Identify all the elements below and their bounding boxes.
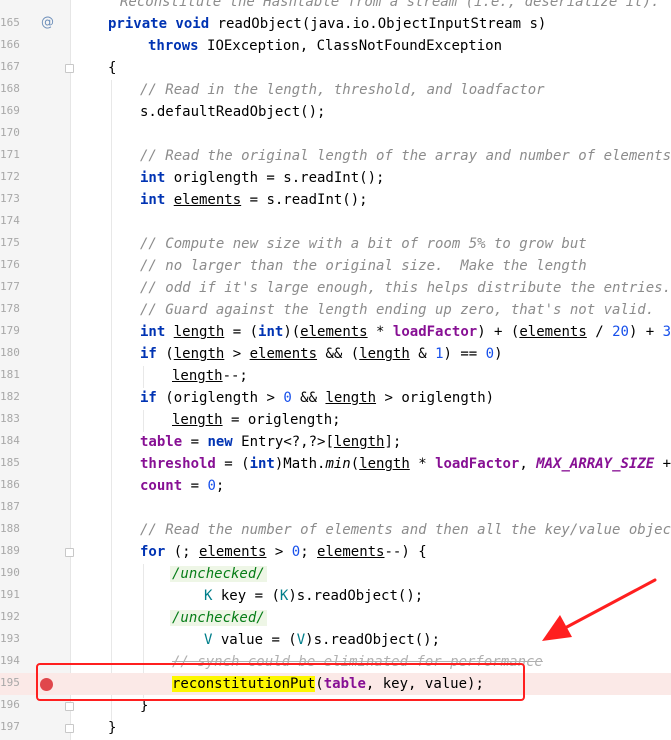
code-line[interactable]: 169 s.defaultReadObject();	[0, 101, 671, 123]
code-comment: // Read the number of elements and then …	[140, 522, 671, 538]
code-comment: // Guard against the length ending up ze…	[140, 302, 655, 318]
line-number: 185	[0, 456, 20, 469]
code-line[interactable]: 191 K key = (K)s.readObject();	[0, 585, 671, 607]
code-line[interactable]: 166 throws IOException, ClassNotFoundExc…	[0, 35, 671, 57]
code-text: s.defaultReadObject();	[140, 104, 326, 120]
code-line[interactable]: 185 threshold = (int)Math.min(length * l…	[0, 453, 671, 475]
doc-comment: Reconstitute the Hashtable from a stream…	[120, 0, 660, 10]
line-number: 190	[0, 566, 20, 579]
code-comment: // no larger than the original size. Mak…	[140, 258, 587, 274]
line-number: 171	[0, 148, 20, 161]
line-number: 170	[0, 126, 20, 139]
code-text: V value = (V)s.readObject();	[204, 632, 441, 648]
code-line[interactable]: 189 for (; elements > 0; elements--) {	[0, 541, 671, 563]
code-text: length = origlength;	[172, 412, 341, 428]
line-number: 178	[0, 302, 20, 315]
code-text: int length = (int)(elements * loadFactor…	[140, 324, 671, 340]
suppress-warning: /unchecked/	[170, 610, 267, 626]
code-line[interactable]: 182 if (origlength > 0 && length > origl…	[0, 387, 671, 409]
line-number: 175	[0, 236, 20, 249]
line-number: 187	[0, 500, 20, 513]
line-number: 195	[0, 676, 20, 689]
code-line[interactable]: 178 // Guard against the length ending u…	[0, 299, 671, 321]
code-line[interactable]: 179 int length = (int)(elements * loadFa…	[0, 321, 671, 343]
line-number: 186	[0, 478, 20, 491]
line-number: 194	[0, 654, 20, 667]
code-line[interactable]: Reconstitute the Hashtable from a stream…	[0, 0, 671, 13]
fold-icon[interactable]	[65, 724, 74, 733]
override-icon[interactable]: @	[41, 15, 55, 31]
fold-icon[interactable]	[65, 702, 74, 711]
line-number: 192	[0, 610, 20, 623]
code-text: length--;	[172, 368, 248, 384]
code-text: {	[108, 60, 117, 76]
fold-icon[interactable]	[65, 64, 74, 73]
code-line[interactable]: 181 length--;	[0, 365, 671, 387]
line-number: 182	[0, 390, 20, 403]
code-text: private void readObject(java.io.ObjectIn…	[108, 16, 547, 32]
code-line[interactable]: 176 // no larger than the original size.…	[0, 255, 671, 277]
code-line[interactable]: 197 }	[0, 717, 671, 739]
code-line[interactable]: 180 if (length > elements && (length & 1…	[0, 343, 671, 365]
code-line[interactable]: 193 V value = (V)s.readObject();	[0, 629, 671, 651]
code-line[interactable]: 188 // Read the number of elements and t…	[0, 519, 671, 541]
code-line[interactable]: 187	[0, 497, 671, 519]
line-number: 166	[0, 38, 20, 51]
line-number: 174	[0, 214, 20, 227]
code-comment: // odd if it's large enough, this helps …	[140, 280, 671, 296]
code-text: count = 0;	[140, 478, 225, 494]
code-line[interactable]: 177 // odd if it's large enough, this he…	[0, 277, 671, 299]
line-number: 179	[0, 324, 20, 337]
code-comment: // Compute new size with a bit of room 5…	[140, 236, 587, 252]
code-text: if (origlength > 0 && length > origlengt…	[140, 390, 495, 406]
code-line[interactable]: 175 // Compute new size with a bit of ro…	[0, 233, 671, 255]
line-number: 176	[0, 258, 20, 271]
code-text: for (; elements > 0; elements--) {	[140, 544, 427, 560]
line-number: 196	[0, 698, 20, 711]
suppress-warning: /unchecked/	[170, 566, 267, 582]
code-line[interactable]: 171 // Read the original length of the a…	[0, 145, 671, 167]
line-number: 168	[0, 82, 20, 95]
line-number: 191	[0, 588, 20, 601]
line-number: 180	[0, 346, 20, 359]
code-editor[interactable]: Reconstitute the Hashtable from a stream…	[0, 0, 671, 740]
code-line[interactable]: 184 table = new Entry<?,?>[length];	[0, 431, 671, 453]
code-line[interactable]: 167 {	[0, 57, 671, 79]
code-line[interactable]: 165 @ private void readObject(java.io.Ob…	[0, 13, 671, 35]
code-line[interactable]: 173 int elements = s.readInt();	[0, 189, 671, 211]
line-number: 184	[0, 434, 20, 447]
line-number: 169	[0, 104, 20, 117]
line-number: 197	[0, 720, 20, 733]
code-line[interactable]: 174	[0, 211, 671, 233]
code-line[interactable]: 170	[0, 123, 671, 145]
code-text: throws IOException, ClassNotFoundExcepti…	[148, 38, 503, 54]
code-line[interactable]: 192 /unchecked/	[0, 607, 671, 629]
code-text: }	[108, 720, 117, 736]
code-line[interactable]: 183 length = origlength;	[0, 409, 671, 431]
line-number: 189	[0, 544, 20, 557]
code-line[interactable]: 168 // Read in the length, threshold, an…	[0, 79, 671, 101]
code-text: threshold = (int)Math.min(length * loadF…	[140, 456, 671, 472]
code-text: K key = (K)s.readObject();	[204, 588, 424, 604]
line-number: 165	[0, 16, 20, 29]
code-text: if (length > elements && (length & 1) ==…	[140, 346, 503, 362]
line-number: 167	[0, 60, 20, 73]
line-number: 188	[0, 522, 20, 535]
line-number: 173	[0, 192, 20, 205]
code-text: table = new Entry<?,?>[length];	[140, 434, 402, 450]
line-number: 193	[0, 632, 20, 645]
code-text: int origlength = s.readInt();	[140, 170, 385, 186]
code-line[interactable]: 190 /unchecked/	[0, 563, 671, 585]
line-number: 177	[0, 280, 20, 293]
line-number: 172	[0, 170, 20, 183]
fold-icon[interactable]	[65, 548, 74, 557]
code-line[interactable]: 172 int origlength = s.readInt();	[0, 167, 671, 189]
code-line[interactable]: 186 count = 0;	[0, 475, 671, 497]
line-number: 181	[0, 368, 20, 381]
highlight-box	[36, 663, 525, 701]
code-text: int elements = s.readInt();	[140, 192, 368, 208]
code-comment: // Read the original length of the array…	[140, 148, 671, 164]
code-comment: // Read in the length, threshold, and lo…	[140, 82, 545, 98]
line-number: 183	[0, 412, 20, 425]
